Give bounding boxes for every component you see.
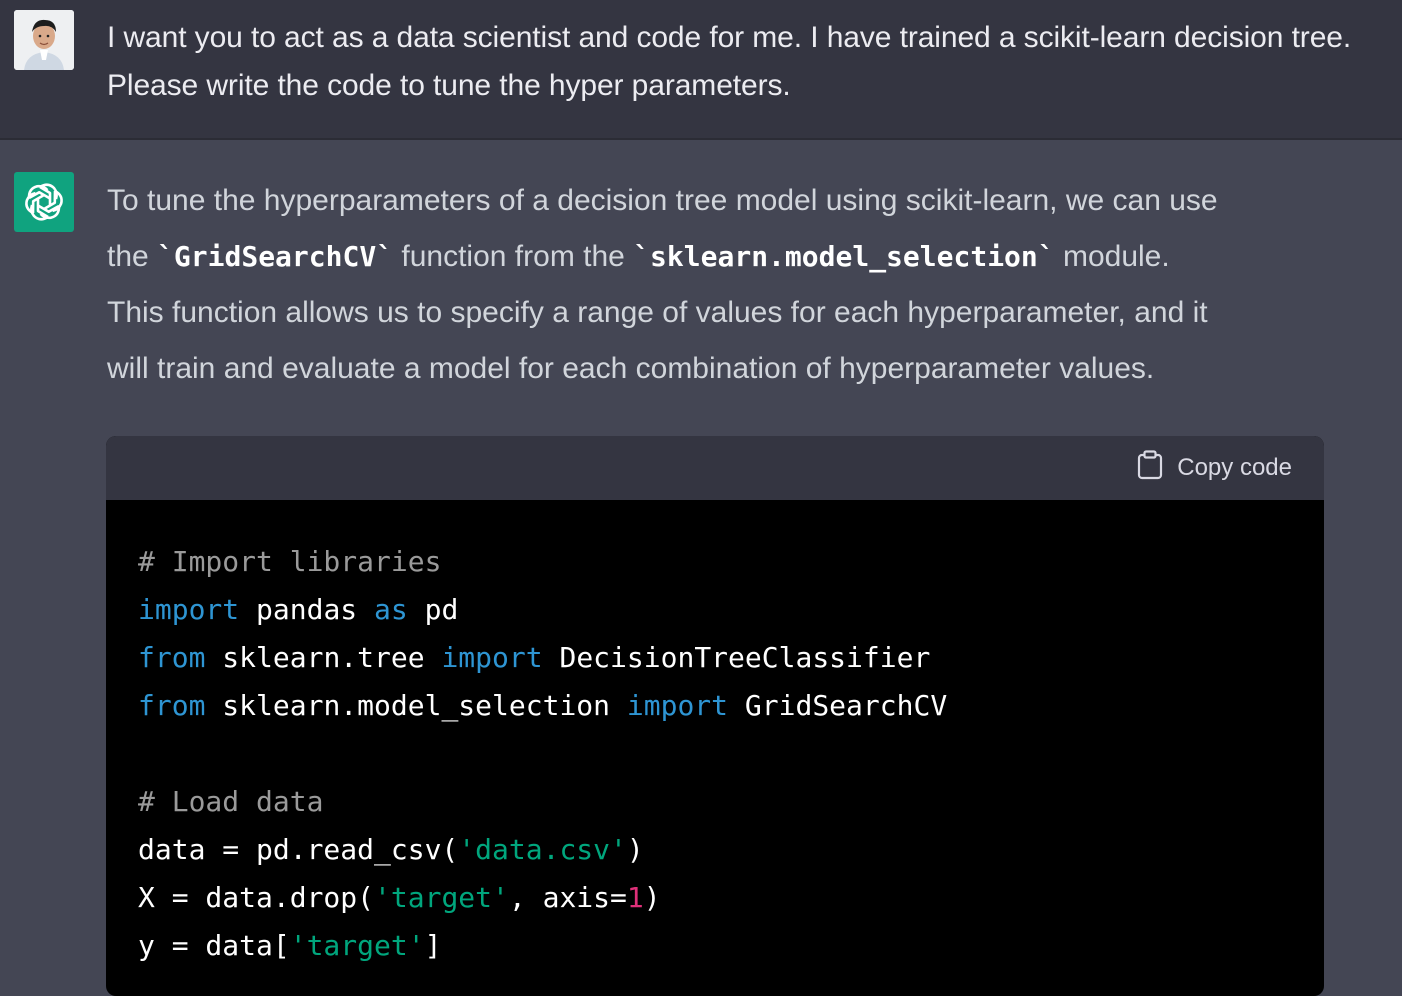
text-function-from: function from the <box>393 240 634 273</box>
assistant-message-text: To tune the hyperparameters of a decisio… <box>107 173 1347 397</box>
code-line: import pandas as pd <box>138 586 1324 634</box>
code-keyword: as <box>374 593 408 626</box>
code-string: 'target' <box>374 881 509 914</box>
clipboard-icon <box>1137 449 1163 487</box>
code-block-header: Copy code <box>106 436 1324 500</box>
code-content: # Import libraries import pandas as pd fro… <box>106 500 1324 970</box>
code-line: X = data.drop('target', axis=1) <box>138 874 1324 922</box>
code-comment: # Import libraries <box>138 545 442 578</box>
code-block: Copy code # Import libraries import panda… <box>106 436 1324 996</box>
code-number: 1 <box>626 881 644 914</box>
openai-logo-icon <box>14 172 74 232</box>
code-keyword: import <box>441 641 543 674</box>
code-text: pd <box>407 593 459 626</box>
code-line: # Import libraries <box>138 538 1324 586</box>
code-line: data = pd.read_csv('data.csv') <box>138 826 1324 874</box>
code-text: , axis= <box>508 881 627 914</box>
code-keyword: from <box>138 641 206 674</box>
code-text: ) <box>626 833 644 866</box>
text-module: module. <box>1054 240 1170 273</box>
inline-code-model-selection: `sklearn.model_selection` <box>633 240 1055 273</box>
assistant-line-4: will train and evaluate a model for each… <box>107 352 1155 385</box>
code-text: GridSearchCV <box>728 689 948 722</box>
code-line: from sklearn.model_selection import Grid… <box>138 682 1324 730</box>
code-text: pandas <box>239 593 375 626</box>
user-message-row: I want you to act as a data scientist an… <box>0 0 1402 140</box>
inline-code-gridsearchcv: `GridSearchCV` <box>157 240 394 273</box>
code-keyword: from <box>138 689 206 722</box>
code-string: 'target' <box>289 929 425 962</box>
assistant-line-3: This function allows us to specify a ran… <box>107 296 1208 329</box>
copy-code-label: Copy code <box>1177 454 1292 481</box>
code-text: sklearn.tree <box>205 641 442 674</box>
code-line: # Load data <box>138 778 1324 826</box>
code-line: from sklearn.tree import DecisionTreeCla… <box>138 634 1324 682</box>
code-line: y = data['target'] <box>138 922 1324 970</box>
code-text: sklearn.model_selection <box>205 689 627 722</box>
user-message-text: I want you to act as a data scientist an… <box>107 21 1352 102</box>
code-comment: # Load data <box>138 785 324 818</box>
text-the: the <box>107 240 158 273</box>
code-keyword: import <box>138 593 240 626</box>
assistant-line-2: the `GridSearchCV` function from the `sk… <box>107 229 1347 285</box>
code-string: 'data.csv' <box>458 833 627 866</box>
code-text: ] <box>424 929 442 962</box>
code-text: DecisionTreeClassifier <box>542 641 931 674</box>
code-text: y = data[ <box>138 929 290 962</box>
copy-code-button[interactable]: Copy code <box>1137 449 1292 487</box>
code-keyword: import <box>626 689 729 722</box>
user-avatar <box>14 10 74 70</box>
code-text: data = pd.read_csv( <box>138 833 459 866</box>
code-text: ) <box>643 881 661 914</box>
code-text: X = data.drop( <box>138 881 375 914</box>
assistant-line-1: To tune the hyperparameters of a decisio… <box>107 184 1218 217</box>
